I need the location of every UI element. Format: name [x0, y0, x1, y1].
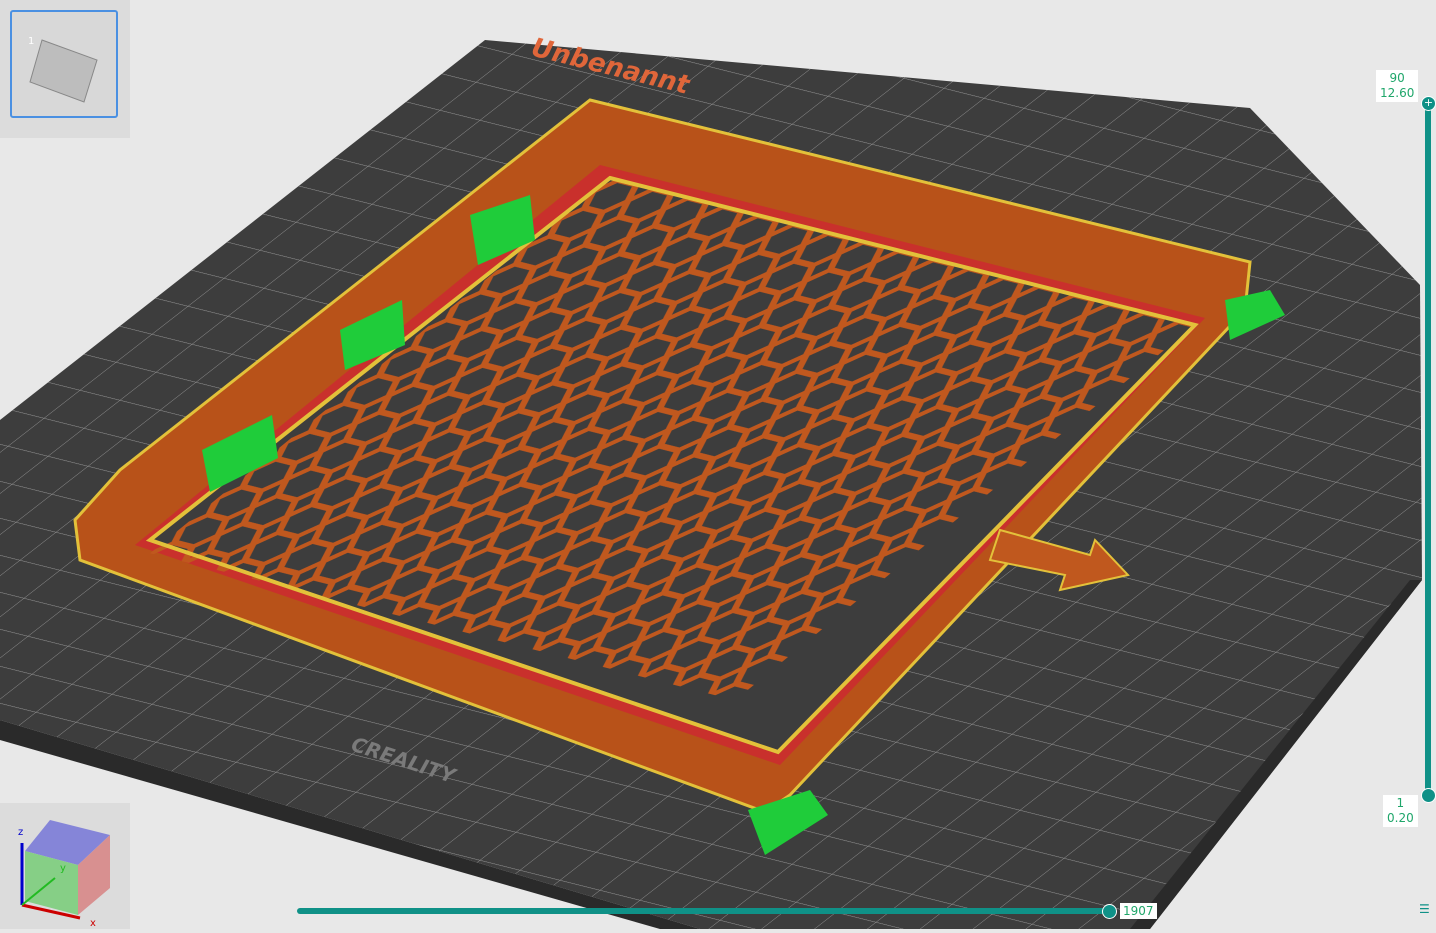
- plate-thumbnail[interactable]: 1: [10, 10, 118, 118]
- plate-thumbnail-panel: 1: [0, 0, 130, 138]
- bottom-layer-label: 1 0.20: [1383, 795, 1418, 827]
- x-axis-label: x: [90, 918, 96, 929]
- layer-slider-bottom-handle[interactable]: [1421, 788, 1436, 803]
- plate-index: 1: [28, 36, 35, 47]
- tray-thumbnail-icon: [29, 39, 98, 103]
- bottom-layer-number: 1: [1396, 796, 1405, 810]
- y-axis-label: y: [60, 863, 66, 874]
- view-cube-panel: z y x: [0, 803, 130, 929]
- top-layer-label: 90 12.60: [1376, 70, 1419, 102]
- 3d-preview-viewport[interactable]: Unbenannt CREALITY: [0, 0, 1436, 929]
- layer-slider-track[interactable]: [1425, 102, 1431, 796]
- move-slider-handle[interactable]: [1102, 904, 1117, 919]
- view-cube[interactable]: z y x: [0, 803, 130, 929]
- move-slider-value: 1907: [1120, 903, 1157, 919]
- bottom-layer-height: 0.20: [1387, 811, 1414, 825]
- top-layer-height: 12.60: [1380, 86, 1415, 100]
- plus-icon: +: [1423, 96, 1434, 109]
- layer-slider-top-handle[interactable]: +: [1421, 96, 1436, 111]
- z-axis-label: z: [18, 827, 23, 838]
- layers-icon[interactable]: ☰: [1419, 902, 1430, 916]
- top-layer-number: 90: [1389, 71, 1405, 85]
- move-slider-track[interactable]: [297, 908, 1109, 914]
